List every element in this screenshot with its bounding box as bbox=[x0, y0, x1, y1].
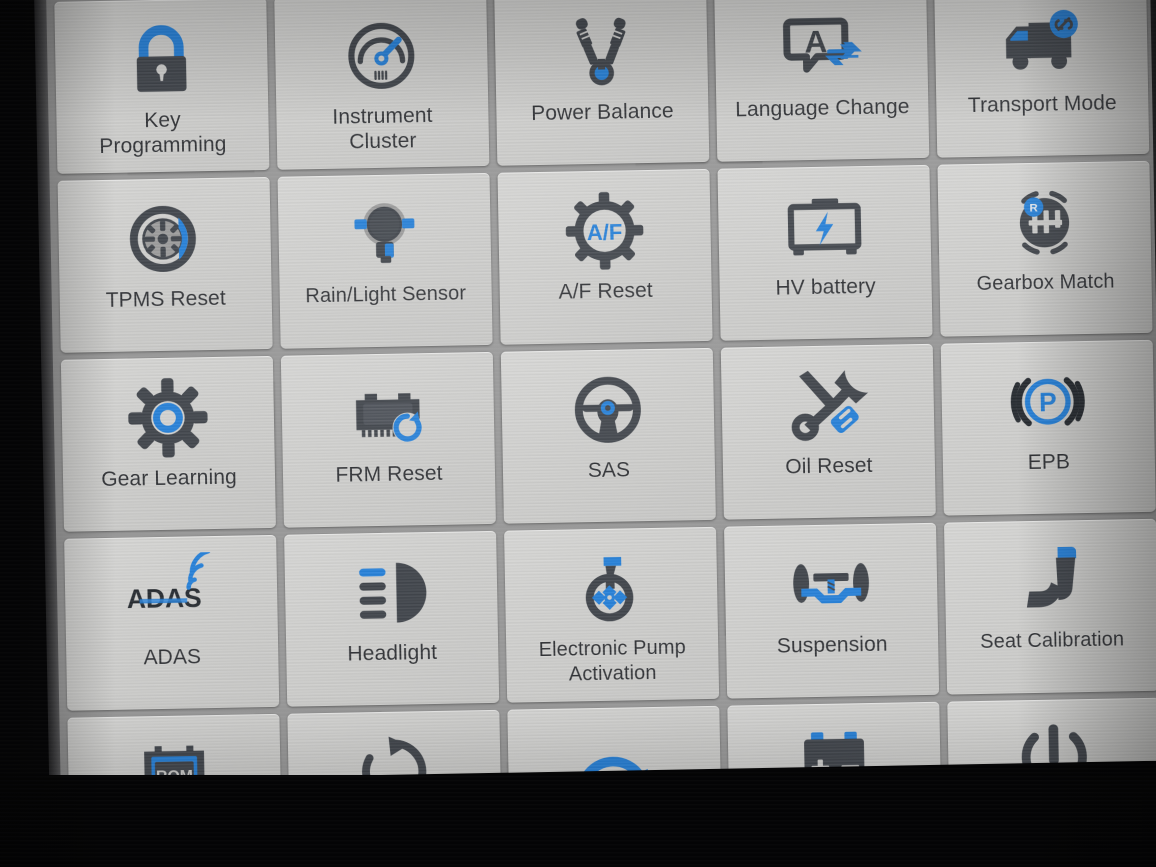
tile-label: TPMS Reset bbox=[105, 286, 226, 312]
truck-icon bbox=[994, 0, 1088, 91]
tile-electronic-pump-activation[interactable]: Electronic Pump Activation bbox=[504, 526, 720, 703]
tile-label: A/F Reset bbox=[558, 278, 654, 304]
tile-label: ADAS bbox=[143, 645, 202, 670]
gear-cog-icon bbox=[121, 371, 215, 465]
car-seat-icon bbox=[1004, 534, 1098, 628]
photo-bottom-black-area bbox=[0, 775, 1156, 867]
tile-headlight[interactable]: Headlight bbox=[284, 530, 500, 707]
svg-text:A/F: A/F bbox=[587, 219, 623, 245]
tile-gearbox-match[interactable]: R Gearbox Match bbox=[937, 160, 1153, 337]
tile-label: Headlight bbox=[347, 640, 438, 666]
svg-text:A: A bbox=[804, 23, 828, 59]
tile-frm-reset[interactable]: FRM Reset bbox=[280, 351, 496, 528]
tile-label: Gearbox Match bbox=[976, 270, 1115, 295]
tile-label: Key Programming bbox=[99, 108, 227, 159]
tile-af-reset[interactable]: A/F A/F Reset bbox=[497, 168, 713, 345]
electronic-pump-icon bbox=[564, 542, 658, 636]
tile-label: Power Balance bbox=[530, 99, 674, 126]
tile-label: Language Change bbox=[735, 95, 910, 122]
tile-power-balance[interactable]: Power Balance bbox=[494, 0, 710, 166]
tile-gear-learning[interactable]: Gear Learning bbox=[60, 355, 276, 532]
tile-label: SAS bbox=[587, 458, 631, 483]
tile-language-change[interactable]: A Language Change bbox=[714, 0, 930, 162]
svg-text:P: P bbox=[1039, 387, 1057, 417]
padlock-icon bbox=[115, 13, 209, 107]
tile-transport-mode[interactable]: Transport Mode bbox=[934, 0, 1150, 158]
tile-label: Suspension bbox=[776, 632, 888, 658]
tire-icon bbox=[118, 192, 212, 286]
tile-adas[interactable]: ADAS ADAS bbox=[64, 534, 280, 711]
tile-rain-light-sensor[interactable]: Rain/Light Sensor bbox=[277, 172, 493, 349]
tile-instrument-cluster[interactable]: Instrument Cluster bbox=[274, 0, 490, 170]
tile-seat-calibration[interactable]: Seat Calibration bbox=[943, 518, 1156, 695]
service-function-grid: Key Programming Instrument Cluster Power… bbox=[54, 0, 1156, 786]
rain-light-sensor-icon bbox=[338, 188, 432, 282]
tile-tpms-reset[interactable]: TPMS Reset bbox=[57, 176, 273, 353]
tile-suspension[interactable]: Suspension bbox=[724, 522, 940, 699]
tile-label: Transport Mode bbox=[967, 91, 1117, 118]
parking-brake-icon: P bbox=[1001, 355, 1095, 449]
gauge-icon bbox=[335, 9, 429, 103]
chip-refresh-icon bbox=[341, 367, 435, 461]
tile-label: Gear Learning bbox=[101, 465, 238, 492]
tile-label: EPB bbox=[1027, 450, 1071, 475]
tile-label: Seat Calibration bbox=[980, 628, 1125, 653]
speech-bubble-a-icon: A bbox=[774, 1, 868, 95]
suspension-icon bbox=[784, 538, 878, 632]
spark-plugs-icon bbox=[554, 5, 648, 99]
tile-label: Electronic Pump Activation bbox=[538, 636, 686, 686]
svg-text:R: R bbox=[1029, 202, 1038, 214]
tablet-screen: Key Programming Instrument Cluster Power… bbox=[46, 0, 1156, 786]
gear-af-icon: A/F bbox=[558, 184, 652, 278]
gear-shifter-icon: R bbox=[998, 176, 1092, 270]
adas-icon: ADAS bbox=[124, 550, 218, 644]
tile-label: Rain/Light Sensor bbox=[305, 282, 467, 308]
tile-key-programming[interactable]: Key Programming bbox=[54, 0, 270, 174]
tile-oil-reset[interactable]: Oil Reset bbox=[720, 343, 936, 520]
steering-wheel-icon bbox=[561, 363, 655, 457]
hv-battery-icon bbox=[778, 180, 872, 274]
tile-label: Instrument Cluster bbox=[332, 103, 433, 154]
tile-hv-battery[interactable]: HV battery bbox=[717, 164, 933, 341]
tile-sas[interactable]: SAS bbox=[500, 347, 716, 524]
headlight-icon bbox=[344, 546, 438, 640]
tile-label: HV battery bbox=[775, 274, 876, 300]
tile-label: Oil Reset bbox=[785, 453, 873, 479]
tile-epb[interactable]: P EPB bbox=[940, 339, 1156, 516]
tile-label: FRM Reset bbox=[335, 461, 443, 487]
wrench-screwdriver-icon bbox=[781, 359, 875, 453]
tablet-photo: Key Programming Instrument Cluster Power… bbox=[0, 0, 1156, 867]
